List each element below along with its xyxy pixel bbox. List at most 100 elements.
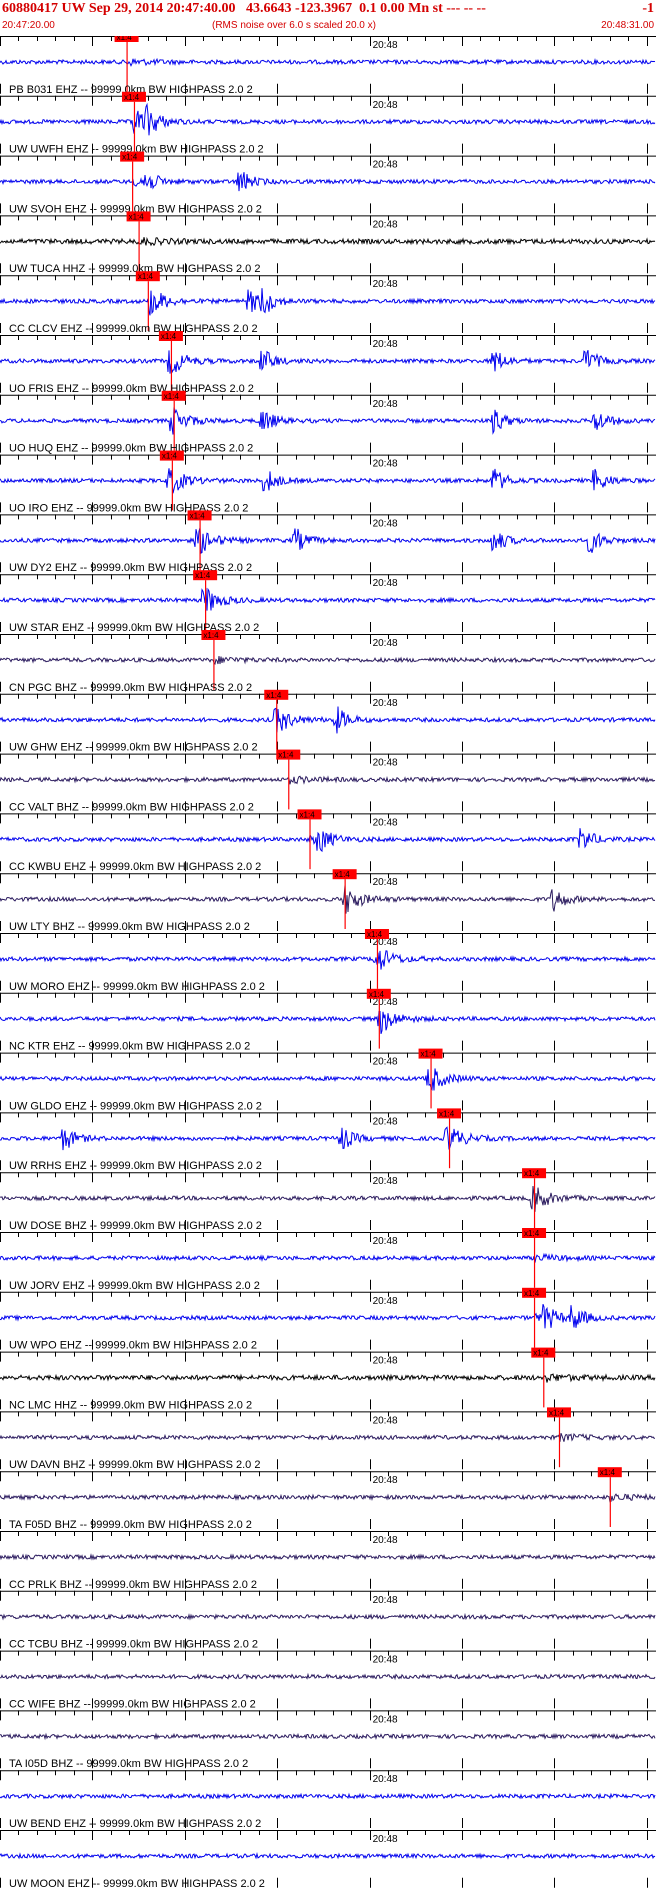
waveform-trace <box>0 57 656 67</box>
station-label: CC PRLK BHZ -- 99999.0km BW HIGHPASS 2.0… <box>9 1579 257 1591</box>
waveform-trace <box>0 350 656 374</box>
pick-marker-label: x1:4 <box>421 1050 437 1059</box>
waveform-trace <box>0 1373 656 1383</box>
tick-label: 20:48 <box>373 1595 398 1606</box>
waveform-trace <box>0 172 656 192</box>
tick-label: 20:48 <box>373 399 398 410</box>
tick-label: 20:48 <box>373 1774 398 1785</box>
pick-marker-label: x1:4 <box>439 1109 455 1118</box>
station-label: UW LTY BHZ -- 99999.0km BW HIGHPASS 2.0 … <box>9 921 250 933</box>
waveform-trace <box>0 407 656 435</box>
station-label: UW GHW EHZ -- 99999.0km BW HIGHPASS 2.0 … <box>9 742 258 754</box>
start-time: 20:47:20.00 <box>2 20 55 31</box>
pick-marker-label: x1:4 <box>122 153 138 162</box>
waveform-trace <box>0 950 656 970</box>
tick-label: 20:48 <box>373 1535 398 1546</box>
waveform-trace <box>0 288 656 316</box>
waveform-trace <box>0 1732 656 1741</box>
station-label: UO FRIS EHZ -- 99999.0km BW HIGHPASS 2.0… <box>9 383 254 395</box>
tick-label: 20:48 <box>373 1296 398 1307</box>
waveform-trace <box>0 1126 656 1151</box>
station-label: UW TUCA HHZ -- 99999.0km BW HIGHPASS 2.0… <box>9 263 260 275</box>
station-label: CC CLCV EHZ -- 99999.0km BW HIGHPASS 2.0… <box>9 323 258 335</box>
tick-label: 20:48 <box>373 339 398 350</box>
tick-label: 20:48 <box>373 1655 398 1666</box>
waveform-trace <box>0 1252 656 1263</box>
tick-label: 20:48 <box>373 1057 398 1068</box>
pick-marker-label: x1:4 <box>124 93 140 102</box>
pick-marker-label: x1:4 <box>600 1468 616 1477</box>
tick-label: 20:48 <box>373 638 398 649</box>
event-title: 60880417 UW Sep 29, 2014 20:47:40.00 43.… <box>2 1 486 16</box>
pick-marker-label: x1:4 <box>266 691 282 700</box>
waveform-trace <box>0 1433 655 1442</box>
pick-marker-label: x1:4 <box>117 36 133 42</box>
pick-marker-label: x1:4 <box>367 930 383 939</box>
waveform-trace <box>0 1852 656 1860</box>
station-label: CN PGC BHZ -- 99999.0km BW HIGHPASS 2.0 … <box>9 682 252 694</box>
pick-marker-label: x1:4 <box>524 1169 540 1178</box>
tick-label: 20:48 <box>373 758 398 769</box>
pick-marker-label: x1:4 <box>533 1349 549 1358</box>
tick-label: 20:48 <box>373 459 398 470</box>
station-label: CC WIFE BHZ -- 99999.0km BW HIGHPASS 2.0… <box>9 1698 256 1710</box>
station-label: NC KTR EHZ -- 99999.0km BW HIGHPASS 2.0 … <box>9 1041 250 1053</box>
waveform-trace <box>0 706 656 734</box>
station-label: UW MORO EHZ -- 99999.0km BW HIGHPASS 2.0… <box>9 981 265 993</box>
waveform-trace <box>0 102 656 136</box>
waveform-trace <box>0 1492 656 1503</box>
tick-label: 20:48 <box>373 817 398 828</box>
pick-marker-label: x1:4 <box>524 1289 540 1298</box>
pick-marker-label: x1:4 <box>138 272 154 281</box>
pick-marker-label: x1:4 <box>335 870 351 879</box>
waveform-trace <box>0 236 656 247</box>
pick-marker-label: x1:4 <box>129 212 145 221</box>
pick-marker-label: x1:4 <box>161 332 177 341</box>
tick-label: 20:48 <box>373 578 398 589</box>
waveform-trace <box>0 1792 656 1800</box>
seismogram-panel: 20:48x1:4PB B031 EHZ -- 99999.0km BW HIG… <box>0 36 656 1890</box>
tick-label: 20:48 <box>373 1714 398 1725</box>
waveform-trace <box>0 1304 656 1329</box>
station-label: UW MOON EHZ -- 99999.0km BW HIGHPASS 2.0… <box>9 1878 265 1890</box>
station-label: UW BEND EHZ -- 99999.0km BW HIGHPASS 2.0… <box>9 1818 261 1830</box>
waveform-trace <box>0 1068 656 1092</box>
tick-label: 20:48 <box>373 1116 398 1127</box>
tick-label: 20:48 <box>373 877 398 888</box>
station-label: UO IRO EHZ -- 99999.0km BW HIGHPASS 2.0 … <box>9 502 248 514</box>
tick-label: 20:48 <box>373 160 398 171</box>
pick-marker-label: x1:4 <box>549 1408 565 1417</box>
tick-label: 20:48 <box>373 518 398 529</box>
waveform-trace <box>0 468 656 494</box>
end-time: 20:48:31.00 <box>601 20 654 31</box>
pick-marker-label: x1:4 <box>300 810 316 819</box>
pick-marker-label: x1:4 <box>190 511 206 520</box>
station-label: CC KWBU EHZ -- 99999.0km BW HIGHPASS 2.0… <box>9 861 261 873</box>
waveform-trace <box>0 1553 656 1561</box>
pick-marker-label: x1:4 <box>203 631 219 640</box>
station-label: UO HUQ EHZ -- 99999.0km BW HIGHPASS 2.0 … <box>9 443 253 455</box>
station-label: UW DAVN BHZ -- 99999.0km BW HIGHPASS 2.0… <box>9 1459 260 1471</box>
tick-label: 20:48 <box>373 1236 398 1247</box>
waveform-trace <box>0 775 656 785</box>
station-label: UW WPO EHZ -- 99999.0km BW HIGHPASS 2.0 … <box>9 1340 257 1352</box>
waveform-trace <box>0 655 656 665</box>
waveform-trace <box>0 885 656 914</box>
tick-label: 20:48 <box>373 1475 398 1486</box>
station-label: CC TCBU BHZ -- 99999.0km BW HIGHPASS 2.0… <box>9 1639 258 1651</box>
station-label: CC VALT BHZ -- 99999.0km BW HIGHPASS 2.0… <box>9 801 254 813</box>
pick-marker-label: x1:4 <box>278 751 294 760</box>
pick-marker-label: x1:4 <box>195 571 211 580</box>
tick-label: 20:48 <box>373 1356 398 1367</box>
pick-marker-label: x1:4 <box>162 452 178 461</box>
noise-note: (RMS noise over 6.0 s scaled 20.0 x) <box>212 20 376 31</box>
waveform-trace <box>0 527 656 554</box>
tick-label: 20:48 <box>373 698 398 709</box>
station-label: UW RRHS EHZ -- 99999.0km BW HIGHPASS 2.0… <box>9 1160 262 1172</box>
tick-label: 20:48 <box>373 1176 398 1187</box>
station-label: UW DOSE BHZ -- 99999.0km BW HIGHPASS 2.0… <box>9 1220 262 1232</box>
pick-marker-label: x1:4 <box>164 392 180 401</box>
waveform-trace <box>0 1185 656 1212</box>
pick-marker-label: x1:4 <box>369 990 385 999</box>
tick-label: 20:48 <box>373 219 398 230</box>
